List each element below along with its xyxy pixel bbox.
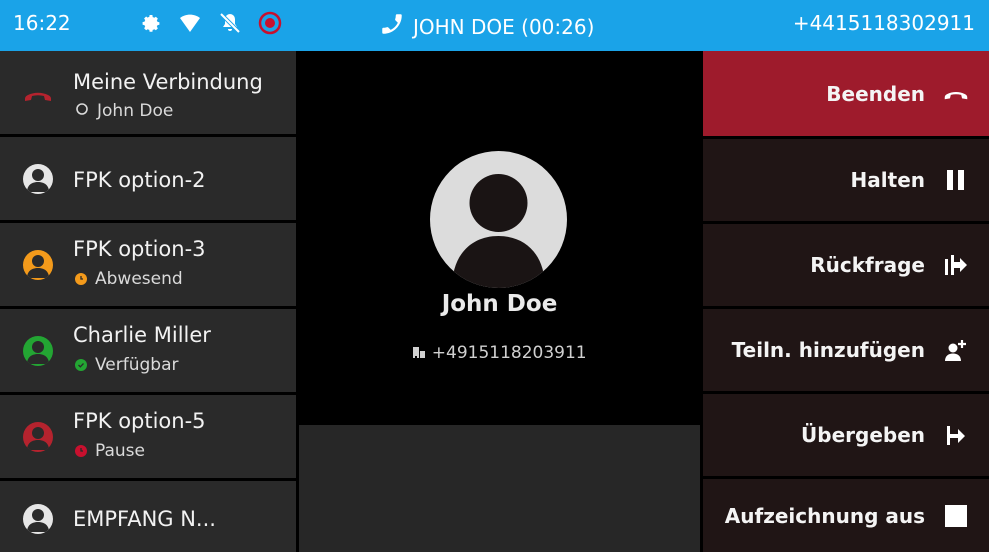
list-item-title: Charlie Miller — [73, 323, 211, 347]
person-icon — [23, 504, 53, 534]
consult-icon — [943, 252, 969, 278]
call-label: JOHN DOE (00:26) — [413, 14, 595, 39]
hold-button[interactable]: Halten — [703, 139, 989, 221]
transfer-button[interactable]: Übergeben — [703, 394, 989, 476]
hangup-icon — [943, 81, 969, 107]
building-icon — [412, 343, 431, 363]
ring-icon — [75, 101, 89, 121]
list-item-empfang[interactable]: EMPFANG N... — [0, 481, 296, 552]
status-bar: 16:22 JOHN DOE (00:26) +4415118302911 — [0, 0, 989, 51]
person-icon — [23, 164, 53, 194]
list-item-title: EMPFANG N... — [73, 507, 216, 531]
list-item-subtitle: Verfügbar — [75, 355, 179, 375]
end-call-label: Beenden — [826, 81, 925, 106]
consult-label: Rückfrage — [810, 253, 925, 277]
contact-phone-number: +4915118203911 — [431, 343, 587, 363]
end-call-button[interactable]: Beenden — [703, 51, 989, 136]
person-icon — [452, 174, 545, 288]
handset-icon — [379, 11, 405, 42]
add-participant-button[interactable]: Teiln. hinzufügen — [703, 309, 989, 391]
pause-icon — [943, 167, 969, 193]
list-item-title: FPK option-3 — [73, 237, 206, 261]
add-participant-label: Teiln. hinzufügen — [731, 338, 925, 362]
list-item-subtitle-text: Pause — [95, 441, 145, 461]
recording-off-label: Aufzeichnung aus — [724, 503, 925, 528]
list-item-title: Meine Verbindung — [73, 70, 263, 94]
own-number: +4415118302911 — [792, 11, 975, 35]
contact-phone: +4915118203911 — [299, 343, 700, 363]
connection-list: Meine Verbindung John Doe FPK option-2 F… — [0, 51, 296, 552]
list-item-subtitle-text: Verfügbar — [95, 355, 179, 375]
list-item-my-connection[interactable]: Meine Verbindung John Doe — [0, 51, 296, 134]
person-icon — [23, 336, 53, 366]
list-item-fpk-option-5[interactable]: FPK option-5 Pause — [0, 395, 296, 478]
clock-time: 16:22 — [13, 11, 71, 35]
check-icon — [75, 359, 87, 371]
list-item-fpk-option-2[interactable]: FPK option-2 — [0, 137, 296, 220]
active-call-info: JOHN DOE (00:26) — [379, 11, 594, 42]
stop-icon — [943, 503, 969, 529]
gear-icon[interactable] — [137, 10, 163, 36]
clock-icon — [75, 273, 87, 285]
list-item-fpk-option-3[interactable]: FPK option-3 Abwesend — [0, 223, 296, 306]
person-icon — [23, 250, 53, 280]
hold-label: Halten — [850, 168, 925, 192]
transfer-label: Übergeben — [801, 423, 925, 447]
call-actions: Beenden Halten Rückfrage Teiln. hinzufüg… — [703, 51, 989, 552]
bell-muted-icon — [217, 10, 243, 36]
list-item-title: FPK option-5 — [73, 409, 206, 433]
clock-icon — [75, 445, 87, 457]
add-participant-icon — [943, 337, 969, 363]
list-item-subtitle-text: Abwesend — [95, 269, 183, 289]
contact-name: John Doe — [441, 291, 558, 317]
status-icons — [137, 10, 283, 36]
contact-card: John Doe +4915118203911 — [299, 51, 700, 425]
transfer-icon — [943, 422, 969, 448]
consult-button[interactable]: Rückfrage — [703, 224, 989, 306]
contact-avatar — [430, 151, 567, 288]
handset-down-icon — [23, 80, 53, 110]
list-item-subtitle-text: John Doe — [97, 101, 174, 121]
list-item-title: FPK option-2 — [73, 168, 206, 192]
list-item-subtitle: Abwesend — [75, 269, 183, 289]
record-icon — [257, 10, 283, 36]
wifi-icon — [177, 10, 203, 36]
list-item-subtitle: John Doe — [75, 101, 173, 121]
recording-off-button[interactable]: Aufzeichnung aus — [703, 479, 989, 552]
middle-empty-area — [299, 425, 700, 552]
list-item-subtitle: Pause — [75, 441, 145, 461]
list-item-charlie-miller[interactable]: Charlie Miller Verfügbar — [0, 309, 296, 392]
person-icon — [23, 422, 53, 452]
